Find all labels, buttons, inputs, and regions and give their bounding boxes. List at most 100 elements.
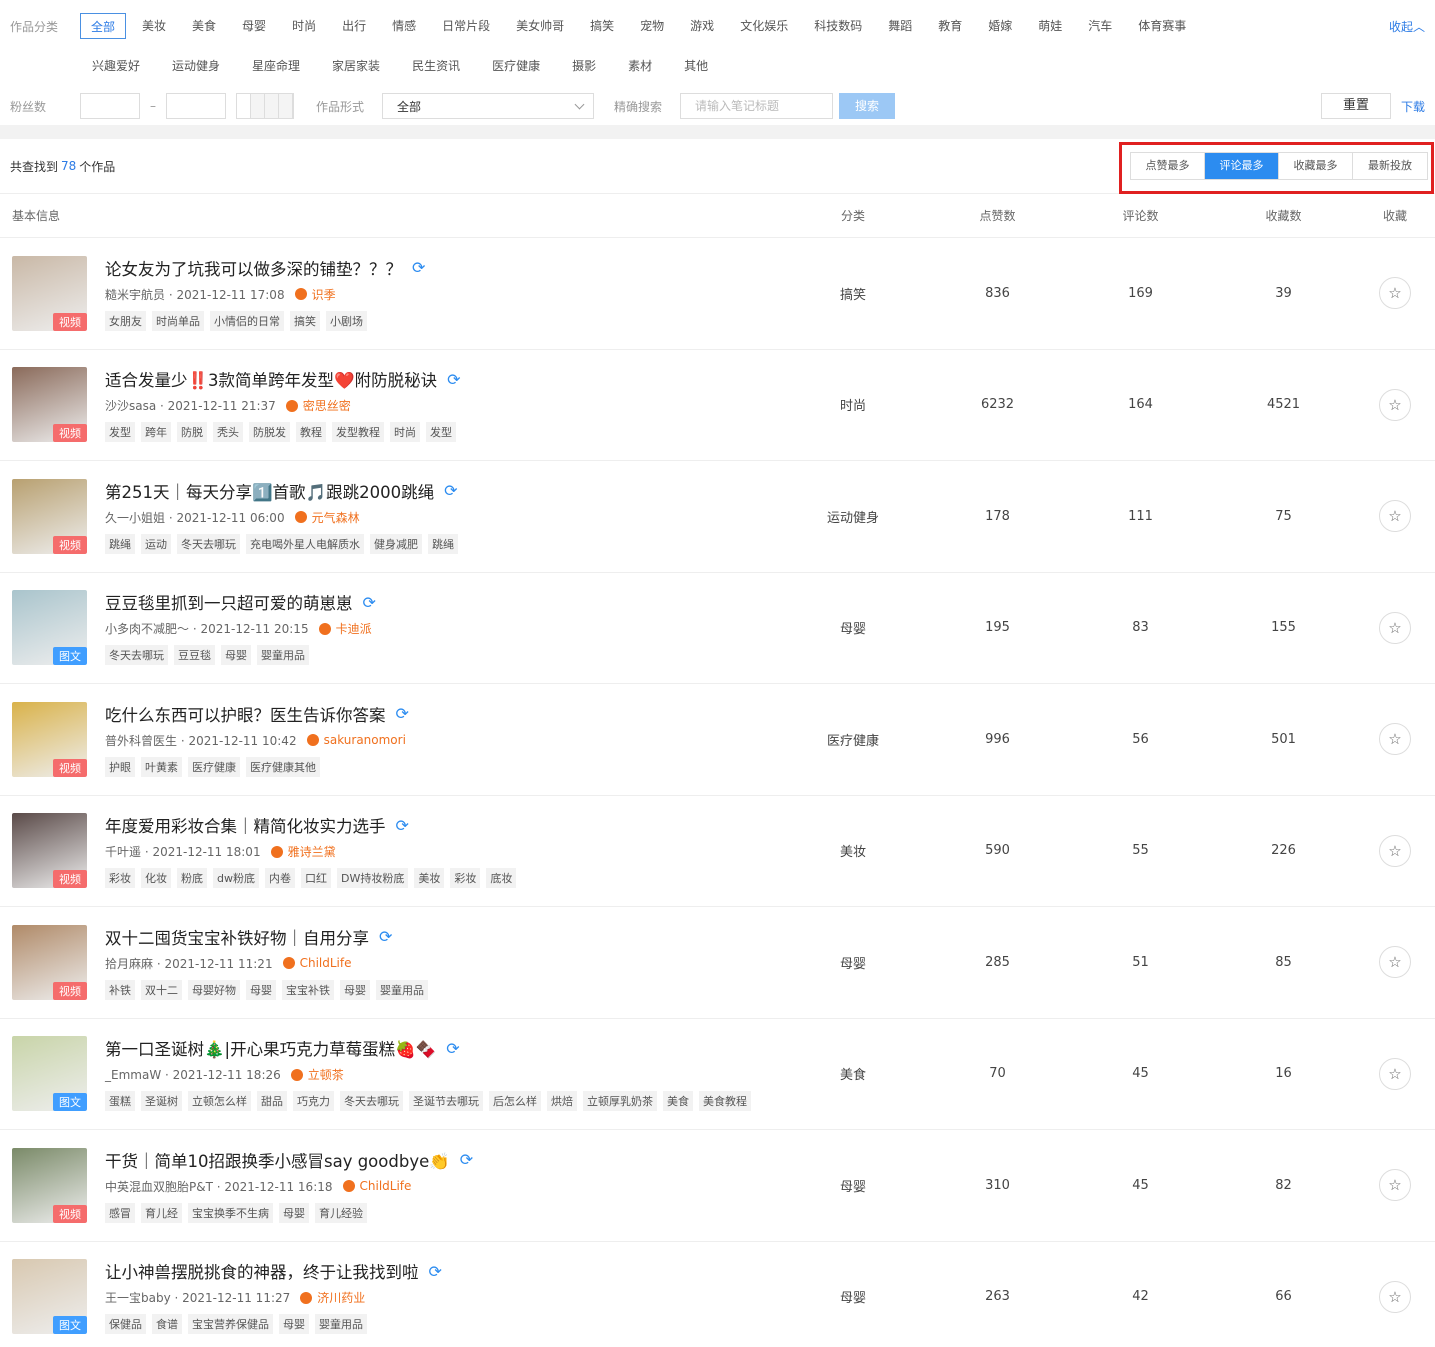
- brand-name[interactable]: 卡迪派: [336, 620, 372, 637]
- category-0[interactable]: 全部: [80, 13, 127, 39]
- cover-thumbnail[interactable]: 视频: [12, 478, 87, 554]
- cover-thumbnail[interactable]: 视频: [12, 813, 87, 889]
- search-button[interactable]: 搜索: [839, 93, 895, 119]
- category-18[interactable]: 汽车: [1078, 13, 1122, 39]
- category-17[interactable]: 萌娃: [1028, 13, 1072, 39]
- post-title-text[interactable]: 豆豆毯里抓到一只超可爱的萌崽崽: [105, 590, 353, 614]
- refresh-icon[interactable]: ⟳: [396, 704, 409, 723]
- category-10[interactable]: 宠物: [630, 13, 674, 39]
- category-12[interactable]: 文化娱乐: [730, 13, 798, 39]
- category-15[interactable]: 教育: [928, 13, 972, 39]
- refresh-icon[interactable]: ⟳: [460, 1150, 473, 1169]
- post-title-text[interactable]: 让小神兽摆脱挑食的神器，终于让我找到啦: [105, 1259, 419, 1283]
- post-title-text[interactable]: 年度爱用彩妆合集｜精简化妆实力选手: [105, 813, 386, 837]
- sort-option-2[interactable]: 收藏最多: [1279, 153, 1353, 179]
- cover-thumbnail[interactable]: 视频: [12, 1147, 87, 1223]
- brand-name[interactable]: ChildLife: [360, 1179, 412, 1193]
- category-13[interactable]: 科技数码: [804, 13, 872, 39]
- refresh-icon[interactable]: ⟳: [446, 1039, 459, 1058]
- category-row2-1[interactable]: 运动健身: [162, 53, 230, 79]
- star-icon[interactable]: ☆: [1379, 500, 1411, 533]
- post-title-text[interactable]: 论女友为了坑我可以做多深的铺垫？？？: [105, 256, 402, 280]
- sort-option-1[interactable]: 评论最多: [1205, 153, 1279, 179]
- star-icon[interactable]: ☆: [1379, 611, 1411, 644]
- column-layout-icon[interactable]: [236, 93, 294, 119]
- category-6[interactable]: 情感: [382, 13, 426, 39]
- category-row2-4[interactable]: 民生资讯: [402, 53, 470, 79]
- collapse-link[interactable]: 收起︿: [1389, 18, 1425, 35]
- cover-thumbnail[interactable]: 视频: [12, 367, 87, 443]
- post-title[interactable]: 年度爱用彩妆合集｜精简化妆实力选手 ⟳: [105, 813, 780, 837]
- post-title-text[interactable]: 适合发量少‼️3款简单跨年发型❤️附防脱秘诀: [105, 367, 437, 391]
- star-icon[interactable]: ☆: [1379, 1280, 1411, 1313]
- post-title-text[interactable]: 干货｜简单10招跟换季小感冒say goodbye👏: [105, 1148, 450, 1172]
- star-icon[interactable]: ☆: [1379, 723, 1411, 756]
- star-icon[interactable]: ☆: [1379, 834, 1411, 867]
- category-5[interactable]: 出行: [332, 13, 376, 39]
- refresh-icon[interactable]: ⟳: [379, 927, 392, 946]
- category-3[interactable]: 母婴: [232, 13, 276, 39]
- cover-thumbnail[interactable]: 视频: [12, 924, 87, 1000]
- brand-name[interactable]: 雅诗兰黛: [288, 843, 336, 860]
- post-title-text[interactable]: 吃什么东西可以护眼？医生告诉你答案: [105, 702, 386, 726]
- fans-min-input[interactable]: [80, 93, 140, 119]
- refresh-icon[interactable]: ⟳: [429, 1262, 442, 1281]
- category-1[interactable]: 美妆: [132, 13, 176, 39]
- star-icon[interactable]: ☆: [1379, 1169, 1411, 1202]
- cover-thumbnail[interactable]: 视频: [12, 255, 87, 331]
- sort-option-3[interactable]: 最新投放: [1353, 153, 1427, 179]
- post-title[interactable]: 第一口圣诞树🎄|开心果巧克力草莓蛋糕🍓🍫 ⟳: [105, 1036, 780, 1060]
- refresh-icon[interactable]: ⟳: [396, 816, 409, 835]
- category-4[interactable]: 时尚: [282, 13, 326, 39]
- post-title-text[interactable]: 第251天｜每天分享1️⃣首歌🎵跟跳2000跳绳: [105, 479, 434, 503]
- category-8[interactable]: 美女帅哥: [506, 13, 574, 39]
- category-2[interactable]: 美食: [182, 13, 226, 39]
- star-icon[interactable]: ☆: [1379, 1057, 1411, 1090]
- refresh-icon[interactable]: ⟳: [447, 370, 460, 389]
- search-input[interactable]: 请输入笔记标题: [680, 93, 833, 119]
- post-title[interactable]: 吃什么东西可以护眼？医生告诉你答案 ⟳: [105, 702, 780, 726]
- refresh-icon[interactable]: ⟳: [363, 593, 376, 612]
- brand-name[interactable]: 元气森林: [312, 509, 360, 526]
- category-9[interactable]: 搞笑: [580, 13, 624, 39]
- category-19[interactable]: 体育赛事: [1128, 13, 1196, 39]
- category-row2-5[interactable]: 医疗健康: [482, 53, 550, 79]
- form-select[interactable]: 全部: [382, 93, 594, 119]
- refresh-icon[interactable]: ⟳: [412, 258, 425, 277]
- post-title[interactable]: 干货｜简单10招跟换季小感冒say goodbye👏 ⟳: [105, 1148, 780, 1172]
- post-title-text[interactable]: 第一口圣诞树🎄|开心果巧克力草莓蛋糕🍓🍫: [105, 1036, 436, 1060]
- category-7[interactable]: 日常片段: [432, 13, 500, 39]
- category-16[interactable]: 婚嫁: [978, 13, 1022, 39]
- star-icon[interactable]: ☆: [1379, 946, 1411, 979]
- star-icon[interactable]: ☆: [1379, 277, 1411, 310]
- post-title[interactable]: 让小神兽摆脱挑食的神器，终于让我找到啦 ⟳: [105, 1259, 780, 1283]
- category-row2-0[interactable]: 兴趣爱好: [82, 53, 150, 79]
- category-row2-7[interactable]: 素材: [618, 53, 662, 79]
- reset-button[interactable]: 重置: [1320, 93, 1391, 119]
- category-row2-6[interactable]: 摄影: [562, 53, 606, 79]
- brand-name[interactable]: 济川药业: [317, 1289, 365, 1306]
- category-row2-3[interactable]: 家居家装: [322, 53, 390, 79]
- brand-name[interactable]: sakuranomori: [324, 733, 406, 747]
- post-title[interactable]: 适合发量少‼️3款简单跨年发型❤️附防脱秘诀 ⟳: [105, 367, 780, 391]
- star-icon[interactable]: ☆: [1379, 388, 1411, 421]
- brand-name[interactable]: 立顿茶: [308, 1066, 344, 1083]
- category-row2-8[interactable]: 其他: [674, 53, 718, 79]
- sort-option-0[interactable]: 点赞最多: [1131, 153, 1205, 179]
- post-title[interactable]: 双十二囤货宝宝补铁好物｜自用分享 ⟳: [105, 925, 780, 949]
- category-11[interactable]: 游戏: [680, 13, 724, 39]
- brand-name[interactable]: ChildLife: [300, 956, 352, 970]
- post-title-text[interactable]: 双十二囤货宝宝补铁好物｜自用分享: [105, 925, 369, 949]
- post-title[interactable]: 论女友为了坑我可以做多深的铺垫？？？ ⟳: [105, 256, 780, 280]
- category-14[interactable]: 舞蹈: [878, 13, 922, 39]
- cover-thumbnail[interactable]: 图文: [12, 1259, 87, 1335]
- cover-thumbnail[interactable]: 视频: [12, 701, 87, 777]
- fans-max-input[interactable]: [166, 93, 226, 119]
- category-row2-2[interactable]: 星座命理: [242, 53, 310, 79]
- cover-thumbnail[interactable]: 图文: [12, 590, 87, 666]
- brand-name[interactable]: 密思丝密: [303, 397, 351, 414]
- refresh-icon[interactable]: ⟳: [444, 481, 457, 500]
- cover-thumbnail[interactable]: 图文: [12, 1036, 87, 1112]
- post-title[interactable]: 第251天｜每天分享1️⃣首歌🎵跟跳2000跳绳 ⟳: [105, 479, 780, 503]
- post-title[interactable]: 豆豆毯里抓到一只超可爱的萌崽崽 ⟳: [105, 590, 780, 614]
